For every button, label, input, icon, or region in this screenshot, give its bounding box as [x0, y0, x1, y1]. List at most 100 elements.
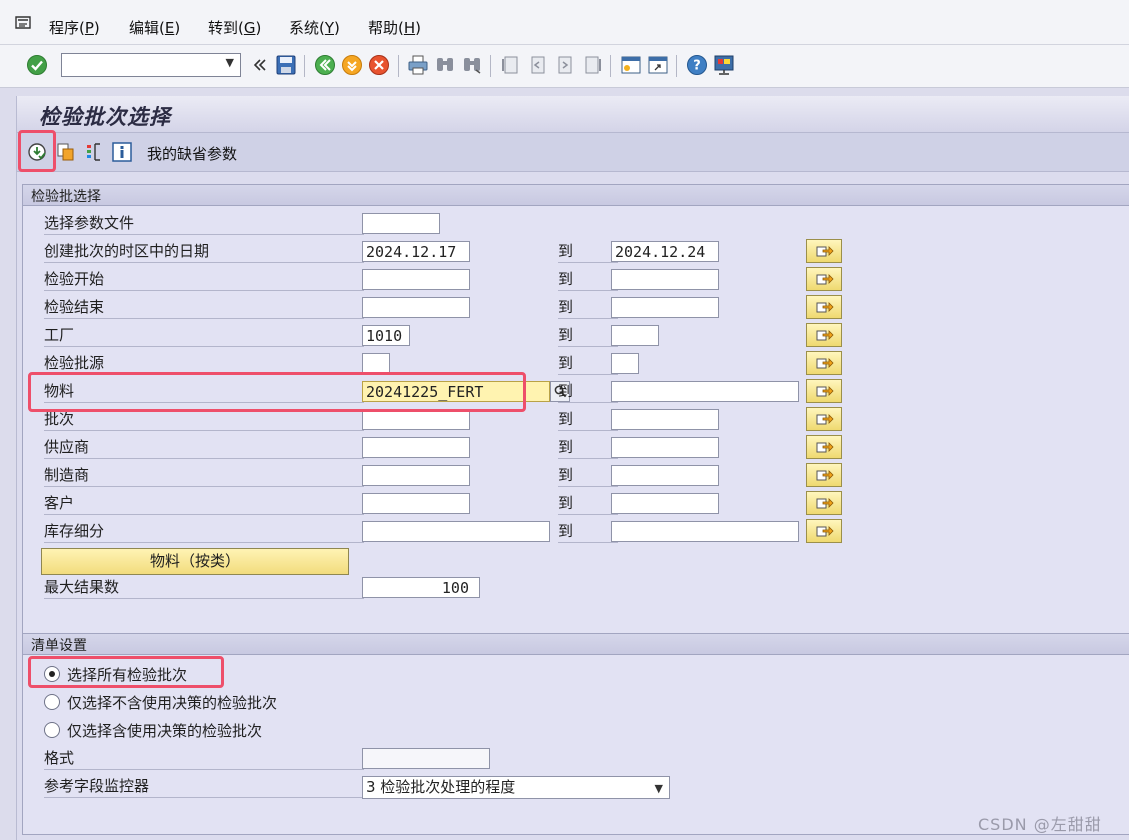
to-label: 到 — [558, 353, 618, 375]
multiple-selection-button[interactable] — [806, 239, 842, 263]
multiple-selection-button[interactable] — [806, 407, 842, 431]
label-format: 格式 — [44, 748, 364, 770]
last-page-icon[interactable] — [581, 54, 603, 76]
back-icon[interactable] — [314, 54, 336, 76]
highlight-select-all — [28, 656, 224, 688]
label-batch: 批次 — [44, 409, 364, 431]
to-label: 到 — [558, 241, 618, 263]
to-label: 到 — [558, 437, 618, 459]
collapse-icon[interactable] — [248, 54, 270, 76]
default-params-button[interactable]: 我的缺省参数 — [147, 143, 237, 164]
inspection-start-to-input[interactable] — [611, 269, 719, 290]
manufacturer-from-input[interactable] — [362, 465, 470, 486]
plant-from-input[interactable]: 1010 — [362, 325, 410, 346]
multiple-selection-button[interactable] — [806, 295, 842, 319]
customer-to-input[interactable] — [611, 493, 719, 514]
format-input[interactable] — [362, 748, 490, 769]
stock-segment-to-input[interactable] — [611, 521, 799, 542]
to-label: 到 — [558, 409, 618, 431]
chevron-down-icon[interactable]: ▼ — [655, 778, 663, 799]
inspection-end-from-input[interactable] — [362, 297, 470, 318]
highlight-material — [28, 372, 526, 412]
stock-segment-from-input[interactable] — [362, 521, 550, 542]
next-page-icon[interactable] — [554, 54, 576, 76]
plant-to-input[interactable] — [611, 325, 659, 346]
page-title: 检验批次选择 — [39, 105, 171, 129]
label-plant: 工厂 — [44, 325, 364, 347]
list-settings-group-header: 清单设置 — [23, 634, 1129, 655]
help-icon[interactable]: ? — [686, 54, 708, 76]
radio-without-ud[interactable] — [44, 694, 60, 710]
label-max-results: 最大结果数 — [44, 577, 364, 599]
vendor-to-input[interactable] — [611, 437, 719, 458]
command-field[interactable]: ▼ — [61, 53, 241, 77]
label-parameter-file: 选择参数文件 — [44, 213, 364, 235]
get-variant-icon[interactable] — [56, 142, 76, 162]
first-page-icon[interactable] — [500, 54, 522, 76]
menu-edit[interactable]: 编辑(E) — [129, 17, 180, 38]
multiple-selection-icon — [816, 414, 834, 425]
customize-layout-icon[interactable] — [713, 54, 735, 76]
multiple-selection-icon — [816, 498, 834, 509]
vendor-from-input[interactable] — [362, 437, 470, 458]
menu-goto[interactable]: 转到(G) — [208, 17, 261, 38]
multiple-selection-button[interactable] — [806, 463, 842, 487]
find-icon[interactable] — [434, 54, 456, 76]
menu-help[interactable]: 帮助(H) — [368, 17, 421, 38]
save-icon[interactable] — [275, 54, 297, 76]
to-label: 到 — [558, 381, 618, 403]
lot-origin-to-input[interactable] — [611, 353, 639, 374]
customer-from-input[interactable] — [362, 493, 470, 514]
material-to-input[interactable] — [611, 381, 799, 402]
new-session-icon[interactable] — [620, 54, 642, 76]
field-monitor-select[interactable]: 3 检验批次处理的程度 ▼ — [362, 776, 670, 799]
radio-without-ud-label[interactable]: 仅选择不含使用决策的检验批次 — [67, 692, 277, 713]
system-menu-icon[interactable] — [14, 15, 34, 31]
exit-icon[interactable] — [341, 54, 363, 76]
shortcut-icon[interactable] — [647, 54, 669, 76]
multiple-selection-icon — [816, 386, 834, 397]
lot-origin-from-input[interactable] — [362, 353, 390, 374]
parameter-file-input[interactable] — [362, 213, 440, 234]
application-area: 检验批次选择 我的缺省参数 检验批选择 选择参数文件 创建批次的时区中的日期 2… — [16, 96, 1129, 840]
multiple-selection-button[interactable] — [806, 435, 842, 459]
variant-list-icon[interactable] — [84, 142, 104, 162]
inspection-start-from-input[interactable] — [362, 269, 470, 290]
creation-date-from-input[interactable]: 2024.12.17 — [362, 241, 470, 262]
label-inspection-end: 检验结束 — [44, 297, 364, 319]
menu-system[interactable]: 系统(Y) — [289, 17, 340, 38]
multiple-selection-icon — [816, 302, 834, 313]
multiple-selection-button[interactable] — [806, 491, 842, 515]
toolbar-separator — [610, 55, 611, 77]
multiple-selection-button[interactable] — [806, 351, 842, 375]
label-creation-date: 创建批次的时区中的日期 — [44, 241, 364, 263]
batch-to-input[interactable] — [611, 409, 719, 430]
confirm-icon[interactable] — [26, 54, 48, 76]
multiple-selection-icon — [816, 358, 834, 369]
inspection-end-to-input[interactable] — [611, 297, 719, 318]
radio-with-ud[interactable] — [44, 722, 60, 738]
print-icon[interactable] — [407, 54, 429, 76]
radio-with-ud-label[interactable]: 仅选择含使用决策的检验批次 — [67, 720, 262, 741]
menu-program[interactable]: 程序(P) — [49, 17, 100, 38]
svg-text:?: ? — [693, 59, 701, 74]
cancel-icon[interactable] — [368, 54, 390, 76]
title-bar: 检验批次选择 — [17, 96, 1129, 132]
material-by-class-button[interactable]: 物料（按类） — [41, 548, 349, 575]
multiple-selection-button[interactable] — [806, 379, 842, 403]
command-dropdown-icon[interactable]: ▼ — [226, 56, 234, 69]
highlight-execute — [18, 130, 56, 172]
toolbar-separator — [304, 55, 305, 77]
info-icon[interactable] — [112, 142, 132, 162]
multiple-selection-icon — [816, 330, 834, 341]
max-results-input[interactable]: 100 — [362, 577, 480, 598]
batch-from-input[interactable] — [362, 409, 470, 430]
prev-page-icon[interactable] — [527, 54, 549, 76]
multiple-selection-icon — [816, 246, 834, 257]
multiple-selection-button[interactable] — [806, 323, 842, 347]
multiple-selection-button[interactable] — [806, 519, 842, 543]
multiple-selection-button[interactable] — [806, 267, 842, 291]
find-next-icon[interactable] — [461, 54, 483, 76]
creation-date-to-input[interactable]: 2024.12.24 — [611, 241, 719, 262]
manufacturer-to-input[interactable] — [611, 465, 719, 486]
